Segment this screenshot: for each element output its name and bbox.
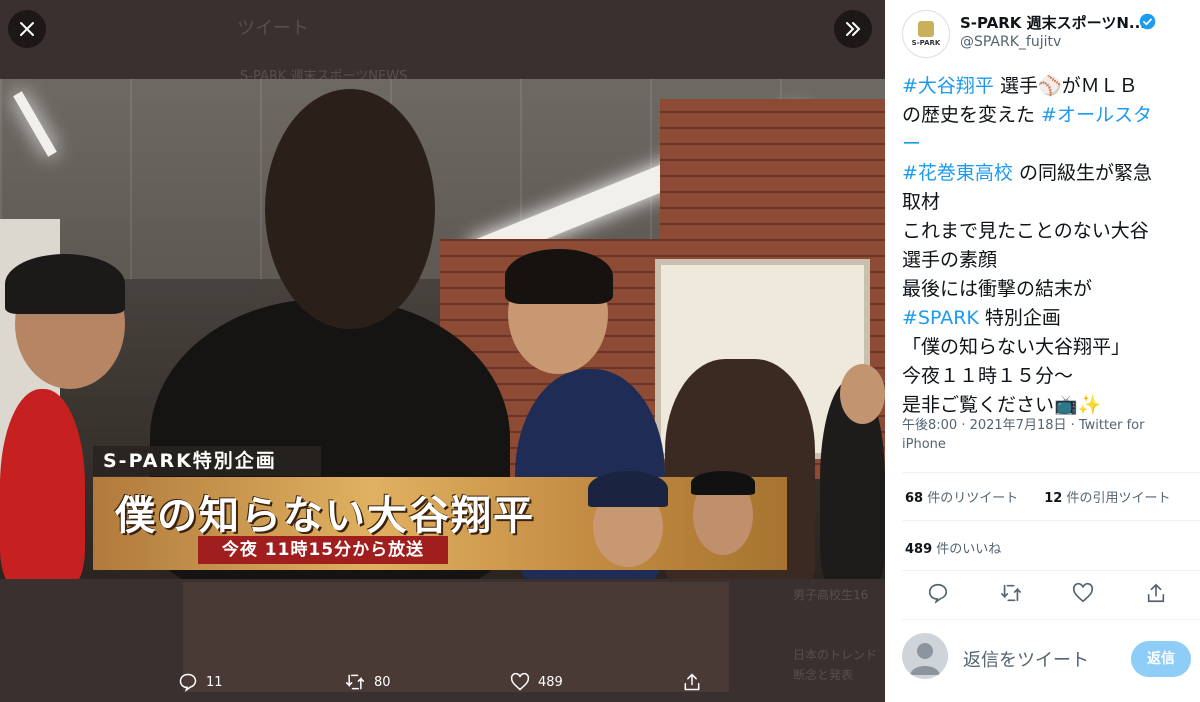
divider [902,520,1200,521]
likes-label: 件のいいね [932,542,1002,557]
banner-title: 僕の知らない大谷翔平 [115,493,535,539]
tweet-text: #大谷翔平 選手⚾がＭＬＢ の歴史を変えた #オールスタ ー #花巻東高校 の同… [902,72,1192,420]
tweet-line: 最後には衝撃の結末が [902,278,1093,300]
reply-button[interactable] [927,582,949,608]
tweet-line: #花巻東高校 の同級生が緊急 [902,159,1192,188]
retweets-stat[interactable]: 68 件のリツイート [905,487,1018,506]
tweet-line: の歴史を変えた #オールスタ [902,101,1192,130]
tweet-meta: 午後8:00 · 2021年7月18日 · Twitter for iPhone [902,416,1192,454]
tweet-line-text: 選手⚾がＭＬＢ [993,75,1138,97]
banner-label: S-PARK特別企画 [93,446,321,476]
image-person-left-body [0,389,85,579]
share-icon [1147,583,1165,603]
tweet-line-text: の歴史を変えた [902,104,1042,126]
likes-stats-row: 489 件のいいね [905,538,1001,557]
retweet-stats-row: 68 件のリツイート 12 件の引用ツイート [905,487,1170,506]
banner-portrait-2-hair [691,471,755,495]
current-user-avatar[interactable] [902,633,948,679]
banner-portrait-1-cap [588,471,668,507]
divider [902,619,1200,620]
image-person-smiling-hair [505,249,613,304]
tweet-timestamp[interactable]: 午後8:00 · 2021年7月18日 · Twitter for [902,418,1144,433]
background-snippet-2: 日本のトレンド [793,648,878,662]
author-handle[interactable]: @SPARK_fujitv [960,34,1061,50]
hashtag-link[interactable]: #オールスタ [1041,104,1152,126]
spark-logo-icon [918,21,934,37]
media-reply-count: 11 [206,674,223,690]
tweet-line: ー [902,130,1192,159]
tweet-media-image[interactable]: S-PARK特別企画 僕の知らない大谷翔平 今夜 11時15分から放送 [0,79,885,579]
reply-submit-button[interactable]: 返信 [1131,641,1191,677]
retweet-icon [345,674,365,690]
tweet-line: 取材 [902,191,941,213]
hashtag-link[interactable]: #大谷翔平 [902,75,994,97]
background-snippet-1: 男子高校生16 [793,588,869,602]
tweet-line: 選手の素顔 [902,249,998,271]
hashtag-link[interactable]: #花巻東高校 [902,162,1013,184]
tweet-line: #大谷翔平 選手⚾がＭＬＢ [902,72,1192,101]
likes-count: 489 [905,542,933,557]
media-retweet-button[interactable]: 80 [344,672,391,692]
tweet-line: 今夜１１時１５分～ [902,365,1074,387]
media-action-bar: 11 80 489 [0,666,885,702]
divider [902,472,1200,473]
heart-icon [510,672,530,691]
image-person-left-hair [5,254,125,314]
tweet-client[interactable]: iPhone [902,437,946,452]
verified-badge-icon [1139,13,1156,30]
heart-icon [1072,582,1094,603]
tweet-line-text: 特別企画 [978,307,1061,329]
default-user-icon [910,643,940,675]
retweets-count: 68 [905,491,924,506]
media-viewer: ツイート S-PARK 週末スポーツNEWS 男子高校生16 日本のトレンド 断… [0,0,885,702]
retweet-button[interactable] [999,582,1023,608]
retweet-icon [1001,584,1021,602]
retweets-label: 件のリツイート [923,491,1019,506]
author-display-name[interactable]: S-PARK 週末スポーツN... [960,12,1146,33]
author-avatar[interactable]: S-PARK [902,10,950,58]
tweet-detail-panel: S-PARK S-PARK 週末スポーツN... @SPARK_fujitv #… [885,0,1200,702]
tweet-line: #SPARK 特別企画 [902,304,1192,333]
background-header-title: ツイート [237,18,309,39]
close-button[interactable] [8,10,46,48]
tweet-action-bar [885,580,1200,610]
quotes-count: 12 [1044,491,1063,506]
media-reply-button[interactable]: 11 [178,672,223,692]
chevrons-right-icon [846,22,861,36]
tweet-line-text: の同級生が緊急 [1012,162,1152,184]
like-button[interactable] [1072,582,1094,608]
media-retweet-count: 80 [374,674,391,690]
banner-subtitle: 今夜 11時15分から放送 [198,536,448,564]
image-person-far-right-head [840,364,885,424]
tweet-line: 「僕の知らない大谷翔平」 [902,336,1131,358]
reply-icon [928,583,948,604]
likes-stat[interactable]: 489 件のいいね [905,538,1001,557]
tweet-line: これまで見たことのない大谷 [902,220,1149,242]
hashtag-link[interactable]: ー [902,133,921,155]
reply-input[interactable]: 返信をツイート [963,646,1089,672]
media-like-count: 489 [538,674,563,690]
hashtag-link[interactable]: #SPARK [902,307,979,329]
banner-main: 僕の知らない大谷翔平 今夜 11時15分から放送 [93,471,787,570]
quotes-stat[interactable]: 12 件の引用ツイート [1044,487,1170,506]
media-like-button[interactable]: 489 [510,672,563,692]
expand-panel-button[interactable] [834,10,872,48]
avatar-text: S-PARK [911,39,941,47]
quotes-label: 件の引用ツイート [1062,491,1171,506]
divider [902,570,1200,571]
image-person-back-head [265,89,435,329]
close-icon [20,22,34,36]
share-icon [684,673,700,691]
reply-icon [179,673,197,692]
share-button[interactable] [1145,582,1167,608]
media-share-button[interactable] [682,672,702,692]
